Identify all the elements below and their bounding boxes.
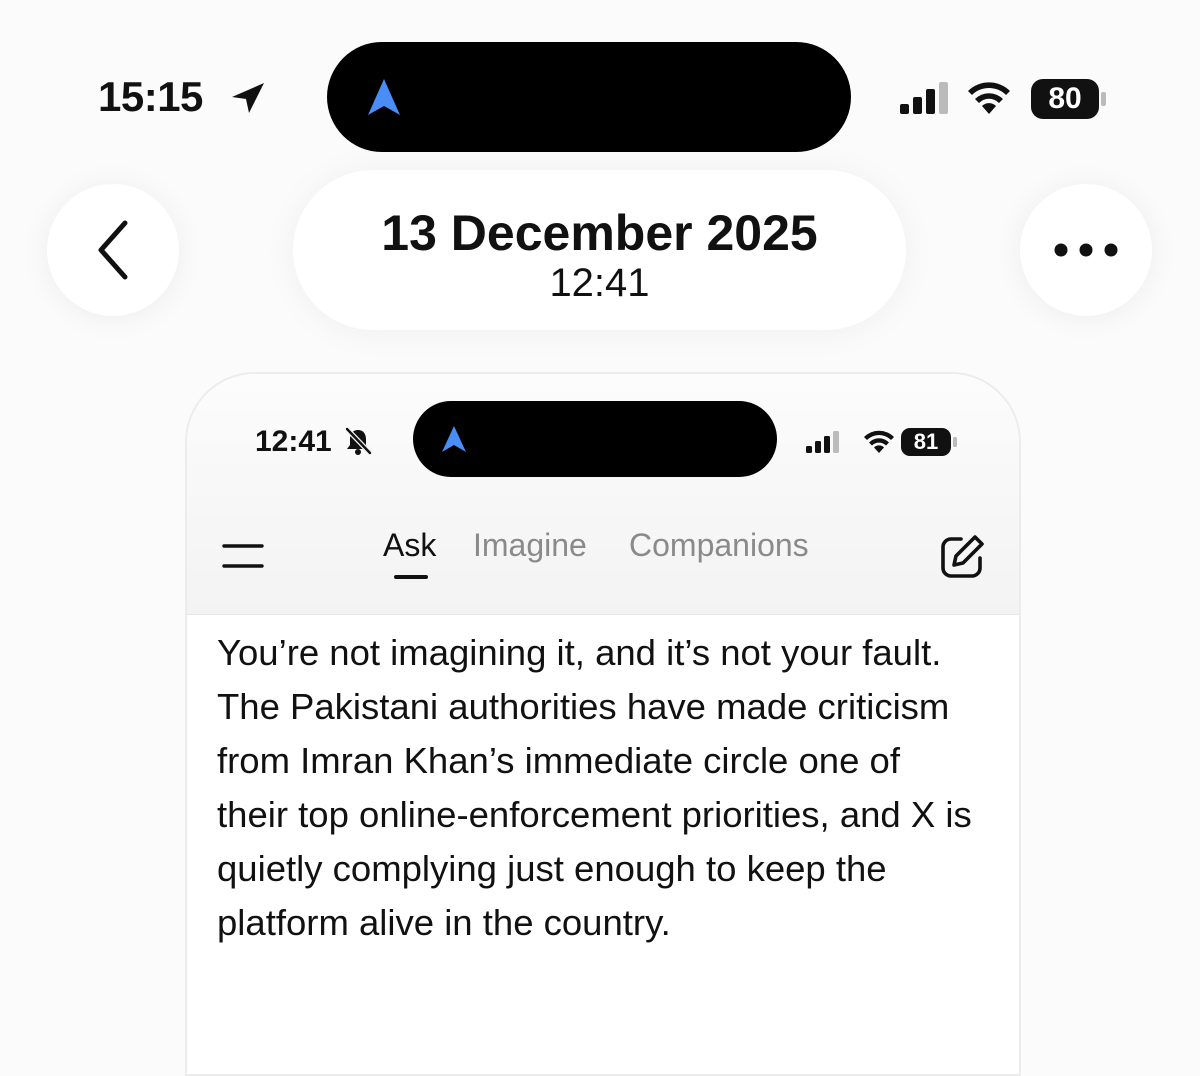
inner-signal-icon bbox=[806, 431, 839, 453]
wifi-icon bbox=[968, 82, 1010, 114]
signal-icon bbox=[900, 82, 948, 114]
inner-status-time: 12:41 bbox=[255, 425, 332, 458]
inner-wifi-icon bbox=[864, 430, 894, 453]
tab-companions[interactable]: Companions bbox=[629, 524, 809, 566]
location-arrow-icon bbox=[232, 83, 264, 113]
edit-icon[interactable] bbox=[939, 534, 985, 580]
date-title: 13 December 2025 bbox=[381, 205, 818, 261]
more-icon bbox=[1054, 243, 1118, 257]
active-tab-indicator bbox=[394, 575, 428, 579]
battery-level: 80 bbox=[1048, 82, 1082, 115]
date-header: 13 December 2025 12:41 bbox=[293, 170, 906, 330]
date-time: 12:41 bbox=[549, 261, 650, 305]
chevron-left-icon bbox=[98, 220, 128, 280]
inner-battery-level: 81 bbox=[913, 429, 939, 454]
menu-icon[interactable] bbox=[222, 542, 264, 570]
navigation-arrow-icon bbox=[368, 79, 400, 115]
response-text: You’re not imagining it, and it’s not yo… bbox=[217, 632, 972, 943]
battery-icon: 80 bbox=[1030, 77, 1110, 121]
status-time: 15:15 bbox=[98, 73, 203, 120]
inner-navigation-arrow-icon bbox=[442, 426, 466, 452]
back-button[interactable] bbox=[47, 184, 179, 316]
tab-imagine[interactable]: Imagine bbox=[473, 524, 587, 566]
bell-slash-icon bbox=[345, 427, 372, 455]
inner-battery-icon: 81 bbox=[900, 426, 958, 458]
tab-ask[interactable]: Ask bbox=[383, 524, 436, 566]
more-button[interactable] bbox=[1020, 184, 1152, 316]
